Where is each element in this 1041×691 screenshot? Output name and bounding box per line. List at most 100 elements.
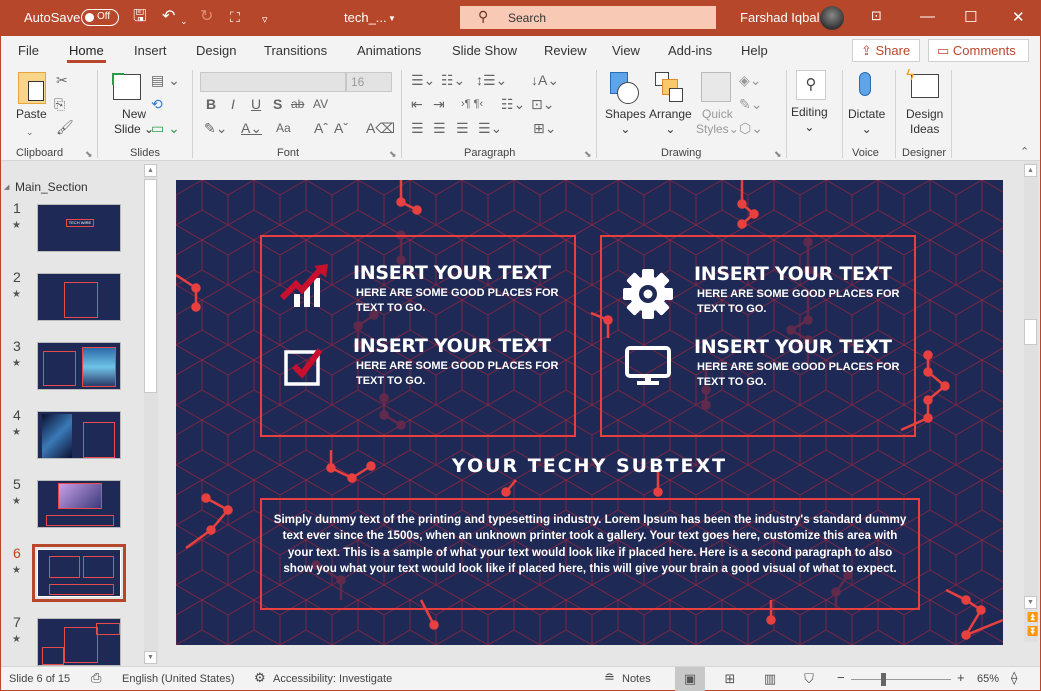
- tab-review[interactable]: Review: [544, 43, 587, 58]
- character-spacing-button[interactable]: AV: [313, 96, 328, 112]
- slide-thumbnail-6[interactable]: [32, 544, 126, 602]
- highlight-icon[interactable]: ✎⌄: [204, 120, 227, 136]
- line-spacing-icon[interactable]: ↕☰⌄: [476, 72, 507, 88]
- collapse-section-icon[interactable]: ◢: [4, 183, 9, 191]
- minimize-icon[interactable]: —: [920, 8, 935, 25]
- tab-help[interactable]: Help: [741, 43, 768, 58]
- zoom-slider-track[interactable]: [851, 679, 951, 680]
- tab-file[interactable]: File: [18, 43, 39, 58]
- avatar[interactable]: [820, 6, 844, 30]
- zoom-out-button[interactable]: −: [837, 670, 845, 685]
- notes-button[interactable]: Notes: [622, 673, 651, 685]
- align-left-icon[interactable]: ☰: [411, 120, 424, 136]
- scroll-thumb[interactable]: [1024, 319, 1037, 345]
- maximize-icon[interactable]: ☐: [964, 8, 977, 26]
- design-ideas-button[interactable]: Design Ideas: [906, 107, 943, 137]
- center-icon[interactable]: ☰: [433, 120, 446, 136]
- font-launcher-icon[interactable]: ⬊: [389, 149, 397, 160]
- font-color-icon[interactable]: A⌄: [241, 120, 262, 136]
- item-title[interactable]: INSERT YOUR TEXT: [353, 335, 551, 357]
- numbering-icon[interactable]: ☷⌄: [441, 72, 465, 88]
- new-slide-button[interactable]: New Slide ⌄: [114, 107, 154, 137]
- item-description[interactable]: HERE ARE SOME GOOD PLACES FOR TEXT TO GO…: [697, 360, 907, 390]
- spelling-icon[interactable]: ⎙: [91, 670, 101, 686]
- tab-home[interactable]: Home: [67, 43, 106, 63]
- italic-button[interactable]: I: [231, 96, 235, 112]
- zoom-level[interactable]: 65%: [977, 673, 999, 685]
- slide-thumbnail-1[interactable]: TECH WIRE: [37, 204, 121, 252]
- next-slide-icon[interactable]: ⏬: [1027, 626, 1038, 637]
- clear-formatting-icon[interactable]: A⌫: [366, 120, 395, 136]
- tab-insert[interactable]: Insert: [134, 43, 167, 58]
- align-text-icon[interactable]: ⊡⌄: [531, 96, 554, 112]
- customize-toolbar-icon[interactable]: ▿: [262, 11, 268, 29]
- zoom-in-button[interactable]: +: [957, 670, 965, 685]
- cut-icon[interactable]: ✂: [56, 72, 68, 88]
- reset-slide-icon[interactable]: ⟲: [151, 96, 163, 112]
- tab-transitions[interactable]: Transitions: [264, 43, 327, 58]
- tab-view[interactable]: View: [612, 43, 640, 58]
- item-description[interactable]: HERE ARE SOME GOOD PLACES FOR TEXT TO GO…: [356, 359, 566, 389]
- scroll-thumb[interactable]: [144, 179, 157, 393]
- justify-icon[interactable]: ☰⌄: [478, 120, 502, 136]
- slideshow-button[interactable]: ⛉: [794, 667, 824, 691]
- fit-to-window-icon[interactable]: ⟠: [1011, 670, 1017, 686]
- search-box[interactable]: ⚲ Search: [460, 6, 716, 29]
- smartart-icon[interactable]: ⊞⌄: [533, 120, 556, 136]
- paste-button[interactable]: Paste: [16, 107, 47, 122]
- shapes-button[interactable]: Shapes ⌄: [605, 107, 646, 137]
- item-title[interactable]: INSERT YOUR TEXT: [694, 263, 892, 285]
- accessibility-status[interactable]: Accessibility: Investigate: [273, 673, 392, 685]
- editing-button[interactable]: Editing ⌄: [791, 105, 828, 135]
- drawing-launcher-icon[interactable]: ⬊: [774, 149, 782, 160]
- reading-view-button[interactable]: ▥: [755, 667, 785, 691]
- item-title[interactable]: INSERT YOUR TEXT: [694, 336, 892, 358]
- slide-body-text[interactable]: Simply dummy text of the printing and ty…: [260, 498, 920, 610]
- font-name-select[interactable]: [200, 72, 346, 92]
- ribbon-display-options-icon[interactable]: ⊡: [871, 8, 882, 24]
- language-status[interactable]: English (United States): [122, 673, 235, 685]
- clipboard-launcher-icon[interactable]: ⬊: [85, 149, 93, 160]
- file-name[interactable]: tech_...: [344, 10, 387, 25]
- tab-add-ins[interactable]: Add-ins: [668, 43, 712, 58]
- normal-view-button[interactable]: ▣: [675, 667, 705, 691]
- increase-indent-icon[interactable]: ⇥: [433, 96, 445, 112]
- align-right-icon[interactable]: ☰: [456, 120, 469, 136]
- present-from-start-icon[interactable]: ⛶: [230, 8, 240, 26]
- zoom-slider-thumb[interactable]: [881, 673, 886, 686]
- section-title[interactable]: Main_Section: [15, 180, 88, 194]
- copy-icon[interactable]: ⎘: [54, 96, 65, 112]
- item-description[interactable]: HERE ARE SOME GOOD PLACES FOR TEXT TO GO…: [356, 286, 566, 316]
- slide-sorter-button[interactable]: ⊞: [715, 667, 745, 691]
- text-direction-icon[interactable]: ↓A⌄: [531, 72, 559, 88]
- autosave-toggle[interactable]: Off: [81, 9, 119, 26]
- quick-styles-button[interactable]: Quick Styles⌄: [696, 107, 739, 137]
- shape-effects-icon[interactable]: ⬡⌄: [739, 120, 763, 136]
- scroll-down-icon[interactable]: ▼: [144, 651, 157, 664]
- comments-button[interactable]: ▭ Comments: [928, 39, 1029, 62]
- format-painter-icon[interactable]: 🖌: [56, 119, 74, 135]
- strikethrough-button[interactable]: ab: [291, 96, 304, 112]
- paste-dropdown-icon[interactable]: ⌄: [26, 124, 34, 140]
- shadow-button[interactable]: S: [273, 96, 282, 112]
- slide-thumbnail-3[interactable]: [37, 342, 121, 390]
- bold-button[interactable]: B: [206, 96, 216, 112]
- undo-dropdown-icon[interactable]: ⌄: [180, 12, 188, 30]
- change-case-button[interactable]: Aa: [276, 120, 291, 136]
- font-size-select[interactable]: 16: [346, 72, 392, 92]
- increase-font-icon[interactable]: Aˆ: [314, 120, 328, 136]
- item-description[interactable]: HERE ARE SOME GOOD PLACES FOR TEXT TO GO…: [697, 287, 907, 317]
- columns-icon[interactable]: ☷⌄: [501, 96, 525, 112]
- shape-outline-icon[interactable]: ✎⌄: [739, 96, 762, 112]
- slide-thumbnail-7[interactable]: [37, 618, 121, 666]
- filename-dropdown-icon[interactable]: ▼: [388, 14, 396, 23]
- previous-slide-icon[interactable]: ⏫: [1027, 612, 1038, 623]
- slide-thumbnail-4[interactable]: [37, 411, 121, 459]
- slide-scrollbar[interactable]: ▲ ▼ ⏫ ⏬: [1024, 162, 1038, 642]
- paragraph-launcher-icon[interactable]: ⬊: [584, 149, 592, 160]
- scroll-up-icon[interactable]: ▲: [144, 164, 157, 177]
- tab-design[interactable]: Design: [196, 43, 236, 58]
- tab-animations[interactable]: Animations: [357, 43, 421, 58]
- slide-canvas[interactable]: INSERT YOUR TEXT HERE ARE SOME GOOD PLAC…: [176, 180, 1003, 645]
- scroll-up-icon[interactable]: ▲: [1024, 164, 1037, 177]
